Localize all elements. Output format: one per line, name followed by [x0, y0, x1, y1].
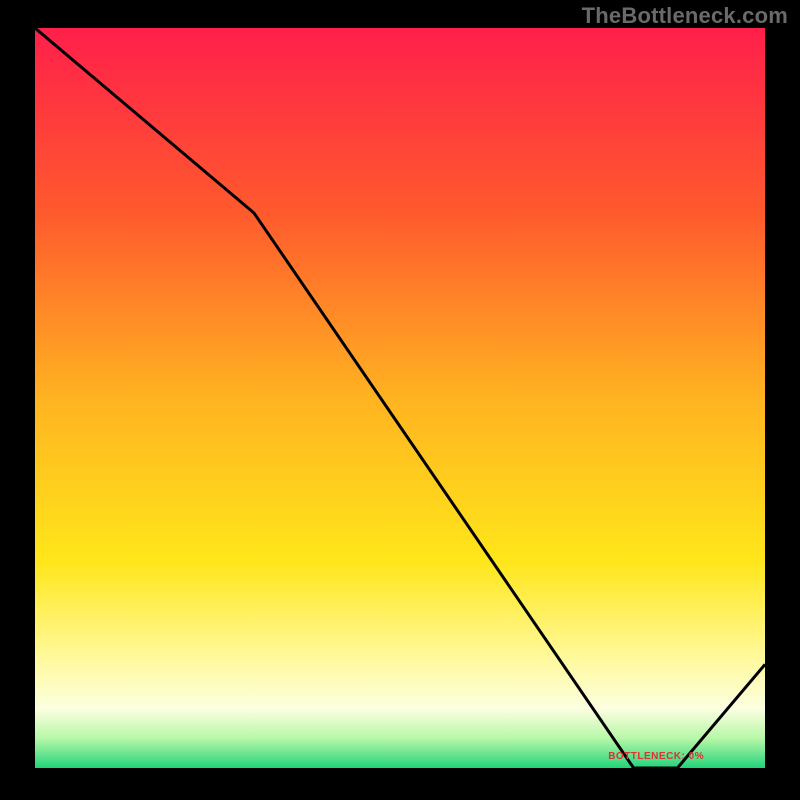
bottleneck-annotation: BOTTLENECK: 0% [608, 751, 704, 762]
watermark-text: TheBottleneck.com [582, 3, 788, 29]
chart-svg [35, 28, 765, 768]
plot-area: BOTTLENECK: 0% [35, 28, 765, 768]
chart-container: TheBottleneck.com BOTTLENECK: 0% [0, 0, 800, 800]
gradient-background [35, 28, 765, 768]
